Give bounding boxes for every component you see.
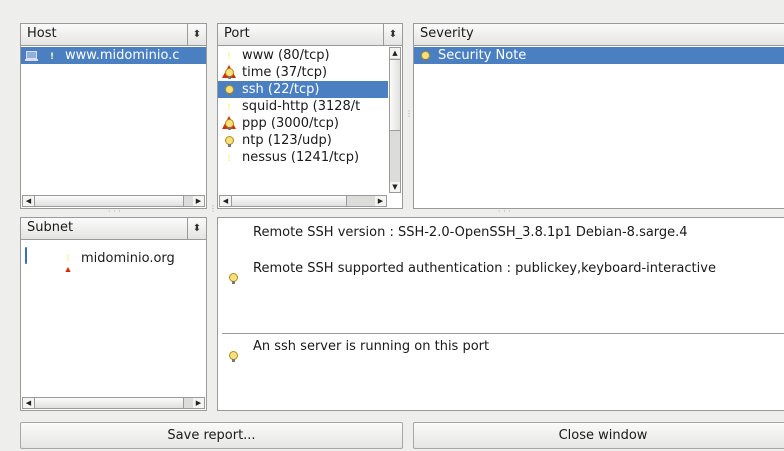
scroll-right-icon[interactable]: ▶: [193, 398, 204, 408]
subnet-list: midominio.org: [21, 244, 206, 272]
warning-icon: [222, 151, 236, 166]
splitter-handle[interactable]: ⋮: [405, 110, 413, 118]
note-icon: [226, 271, 240, 285]
close-window-button[interactable]: Close window: [413, 422, 784, 449]
port-sort-icon[interactable]: ⬍: [383, 24, 402, 45]
note-icon: [226, 349, 240, 363]
report-divider: [222, 333, 784, 334]
subnet-list-item[interactable]: midominio.org: [21, 244, 206, 272]
scroll-right-icon[interactable]: ▶: [375, 196, 386, 206]
host-list: www.midominio.c: [21, 47, 206, 64]
host-list-item[interactable]: www.midominio.c: [21, 47, 206, 64]
note-icon: [222, 83, 236, 97]
splitter-handle[interactable]: · · ·: [108, 208, 121, 216]
subnet-sort-icon[interactable]: ⬍: [187, 218, 206, 239]
port-list-item[interactable]: ntp (123/udp): [218, 132, 388, 149]
scroll-up-icon[interactable]: ▲: [390, 48, 400, 58]
host-horizontal-scrollbar[interactable]: ◀ ▶: [22, 195, 205, 207]
port-list-item[interactable]: squid-http (3128/t: [218, 98, 388, 129]
host-column-header[interactable]: Host ⬍: [21, 24, 206, 46]
scrollbar-thumb[interactable]: [34, 398, 184, 408]
subnet-horizontal-scrollbar[interactable]: ◀ ▶: [22, 397, 205, 409]
scrollbar-thumb[interactable]: [390, 59, 400, 131]
scroll-right-icon[interactable]: ▶: [193, 196, 204, 206]
severity-column-header[interactable]: Severity: [414, 24, 784, 46]
port-list-item[interactable]: time (37/tcp): [218, 64, 388, 81]
warning-icon: [222, 100, 236, 129]
port-list-item[interactable]: ppp (3000/tcp): [218, 115, 388, 132]
note-icon: [418, 49, 432, 63]
warning-icon: [61, 251, 75, 272]
severity-list: Security Note: [414, 47, 784, 64]
scroll-down-icon[interactable]: ▼: [390, 182, 400, 192]
severity-panel: Severity Security Note: [413, 23, 784, 209]
warning-icon: [222, 49, 236, 78]
subnet-column-header[interactable]: Subnet ⬍: [21, 218, 206, 240]
subnet-panel: Subnet⬍ midominio.org ◀ ▶: [20, 217, 207, 411]
note-icon: [222, 117, 236, 131]
port-column-header[interactable]: Port ⬍: [218, 24, 402, 46]
scrollbar-thumb[interactable]: [231, 196, 347, 206]
port-list-item[interactable]: ssh (22/tcp): [218, 81, 388, 98]
port-panel: Port⬍ www (80/tcp) time (37/tcp) ssh (22…: [217, 23, 403, 209]
report-line: Remote SSH supported authentication : pu…: [253, 261, 716, 276]
splitter-handle[interactable]: · · ·: [498, 208, 511, 216]
scrollbar-thumb[interactable]: [34, 196, 184, 206]
report-line: An ssh server is running on this port: [253, 339, 490, 354]
report-panel: Remote SSH version : SSH-2.0-OpenSSH_3.8…: [217, 217, 784, 411]
host-panel: Host⬍ www.midominio.c ◀ ▶: [20, 23, 207, 209]
port-list: www (80/tcp) time (37/tcp) ssh (22/tcp) …: [218, 47, 388, 166]
note-icon: [222, 66, 236, 80]
save-report-button[interactable]: Save report...: [20, 422, 403, 449]
scroll-left-icon[interactable]: ◀: [23, 398, 34, 408]
report-line: Remote SSH version : SSH-2.0-OpenSSH_3.8…: [253, 225, 688, 240]
scroll-left-icon[interactable]: ◀: [23, 196, 34, 206]
port-list-item[interactable]: nessus (1241/tcp): [218, 149, 388, 166]
port-horizontal-scrollbar[interactable]: ◀ ▶: [219, 195, 387, 207]
port-list-item[interactable]: www (80/tcp): [218, 47, 388, 78]
host-label: www.midominio.c: [65, 48, 180, 63]
host-sort-icon[interactable]: ⬍: [187, 24, 206, 45]
computer-icon: [25, 49, 39, 63]
splitter-handle[interactable]: ⋮: [209, 205, 217, 213]
severity-list-item[interactable]: Security Note: [414, 47, 784, 64]
cloud-icon: [25, 247, 55, 269]
warning-icon: [45, 49, 59, 64]
note-icon: [222, 134, 236, 148]
port-vertical-scrollbar[interactable]: ▲ ▼: [389, 47, 401, 193]
scroll-left-icon[interactable]: ◀: [220, 196, 231, 206]
